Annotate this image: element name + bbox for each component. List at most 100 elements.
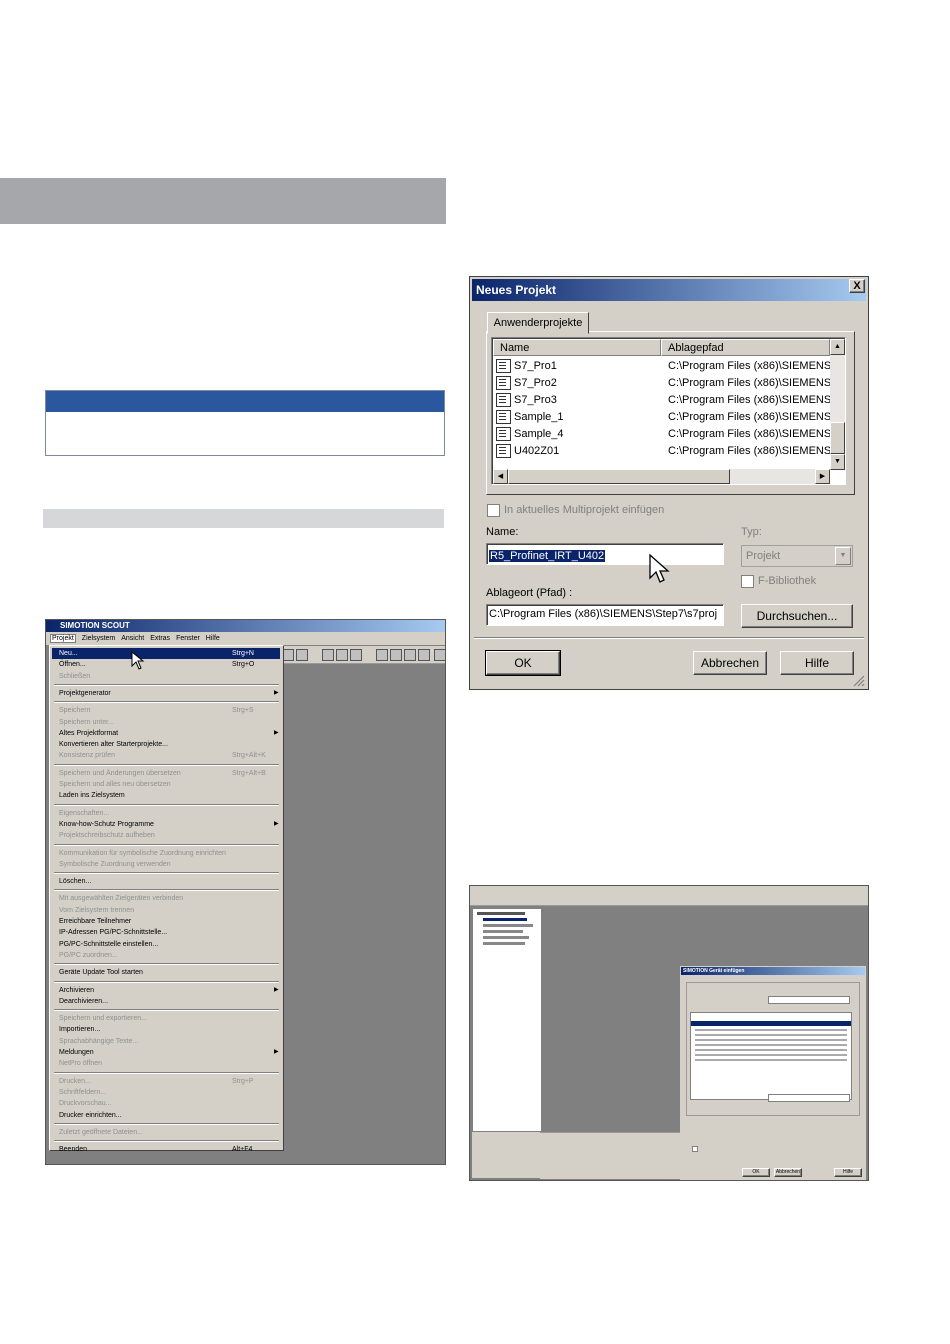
menu-item[interactable]: Neu... [59,648,78,659]
menu-zielsystem[interactable]: Zielsystem [82,635,115,642]
menu-item[interactable]: Kommunikation für symbolische Zuordnung … [59,848,226,859]
menu-item[interactable]: Öffnen... [59,659,86,670]
menu-item[interactable]: Zuletzt geöffnete Dateien... [59,1127,143,1138]
geraet-abbrechen-button[interactable]: Abbrechen [774,1168,802,1177]
scroll-thumb[interactable] [830,422,845,454]
typ-select[interactable]: Projekt ▼ [741,545,853,567]
project-icon [496,444,511,459]
ok-button[interactable]: OK [485,650,561,676]
project-name: S7_Pro3 [514,394,557,406]
toolbar-icon[interactable] [322,649,334,661]
toolbar-icon[interactable] [390,649,402,661]
menu-item[interactable]: Speichern und alles neu übersetzen [59,779,171,790]
project-list: Name Ablagepfad ▲ ▼ S7_Pro1 C:\Program Fi… [491,337,846,485]
column-header-ablagepfad[interactable]: Ablagepfad [661,339,830,356]
horizontal-scroll-thumb[interactable] [508,469,730,484]
name-field[interactable]: R5_Profinet_IRT_U402 [486,543,724,565]
toolbar-icon[interactable] [336,649,348,661]
menu-item[interactable]: Importieren... [59,1024,100,1035]
name-field-value: R5_Profinet_IRT_U402 [489,550,606,562]
menu-item[interactable]: Schriftfeldern... [59,1087,106,1098]
tab-anwenderprojekte[interactable]: Anwenderprojekte [487,312,589,334]
menu-item[interactable]: Projektgenerator [59,688,111,699]
menu-item[interactable]: Dearchivieren... [59,996,108,1007]
toolbar-icon[interactable] [434,649,446,661]
menu-item[interactable]: IP-Adressen PG/PC-Schnittstelle... [59,927,167,938]
list-item[interactable]: S7_Pro1 C:\Program Files (x86)\SIEMENS\ [496,358,830,375]
menu-item[interactable]: Schließen [59,671,90,682]
toolbar-icon[interactable] [404,649,416,661]
menu-fenster[interactable]: Fenster [176,635,200,642]
menu-hilfe[interactable]: Hilfe [206,635,220,642]
geraet-list[interactable] [690,1012,852,1100]
menu-item[interactable]: Symbolische Zuordnung verwenden [59,859,171,870]
geraet-checkbox[interactable] [692,1146,698,1152]
menu-item[interactable]: Mit ausgewählten Zielgeräten verbinden [59,893,183,904]
column-header-name[interactable]: Name [493,339,661,356]
menu-item[interactable]: PG/PC zuordnen... [59,950,118,961]
multiprojekt-checkbox[interactable] [487,504,500,517]
geraet-dialog-title: SIMOTION Gerät einfügen [683,968,745,974]
menu-item[interactable]: PG/PC-Schnittstelle einstellen... [59,939,158,950]
menu-item[interactable]: Sprachabhängige Texte... [59,1036,138,1047]
menu-extras[interactable]: Extras [150,635,170,642]
toolbar-icon[interactable] [376,649,388,661]
menu-separator [54,980,279,983]
menu-item[interactable]: Geräte Update Tool starten [59,967,143,978]
menu-item[interactable]: Erreichbare Teilnehmer [59,916,131,927]
abbrechen-button[interactable]: Abbrechen [693,651,767,675]
scroll-up-button[interactable]: ▲ [830,339,845,355]
scroll-left-button[interactable]: ◀ [493,469,508,484]
menu-item[interactable]: Vom Zielsystem trennen [59,905,134,916]
menu-item[interactable]: Eigenschaften... [59,808,109,819]
list-item[interactable]: S7_Pro2 C:\Program Files (x86)\SIEMENS\ [496,375,830,392]
toolbar-icon[interactable] [296,649,308,661]
scroll-down-button[interactable]: ▼ [830,454,845,470]
menu-item[interactable]: Drucker einrichten... [59,1110,122,1121]
close-button[interactable]: X [849,279,865,293]
geraet-dialog-titlebar: SIMOTION Gerät einfügen [681,967,865,975]
version-select[interactable] [768,1094,850,1102]
menu-item[interactable]: Konvertieren alter Starterprojekte... [59,739,168,750]
resize-grip-icon[interactable] [851,673,865,687]
menu-item[interactable]: Konsistenz prüfen [59,750,115,761]
menu-projekt[interactable]: Projekt [50,634,76,643]
name-label: Name: [486,526,519,538]
list-item[interactable]: Sample_4 C:\Program Files (x86)\SIEMENS\ [496,426,830,443]
geraet-ok-button[interactable]: OK [742,1168,770,1177]
menu-item[interactable]: Speichern und exportieren... [59,1013,147,1024]
toolbar-icon[interactable] [350,649,362,661]
typ-select-value: Projekt [746,550,781,562]
menu-item[interactable]: Löschen... [59,876,91,887]
menu-item[interactable]: Speichern unter... [59,717,114,728]
menu-item[interactable]: NetPro öffnen [59,1058,102,1069]
menu-ansicht[interactable]: Ansicht [121,635,144,642]
fbib-checkbox[interactable] [741,575,754,588]
list-item[interactable]: Sample_1 C:\Program Files (x86)\SIEMENS\ [496,409,830,426]
menu-item[interactable]: Laden ins Zielsystem [59,790,125,801]
project-path: C:\Program Files (x86)\SIEMENS\ [668,360,830,372]
menu-item[interactable]: Speichern [59,705,91,716]
menu-item[interactable]: Druckvorschau... [59,1098,112,1109]
menu-item[interactable]: Speichern und Änderungen übersetzen [59,768,181,779]
scroll-right-button[interactable]: ▶ [815,469,830,484]
menu-item[interactable]: Altes Projektformat [59,728,118,739]
geraet-select[interactable] [768,996,850,1004]
project-tree[interactable] [472,908,542,1132]
durchsuchen-button[interactable]: Durchsuchen... [741,604,853,628]
chevron-down-icon[interactable]: ▼ [835,547,851,565]
menu-item[interactable]: Beenden [59,1144,87,1155]
project-name: Sample_1 [514,411,564,423]
submenu-arrow-icon: ▶ [274,986,279,993]
list-item[interactable]: U402Z01 C:\Program Files (x86)\SIEMENS\ [496,443,830,460]
menu-item[interactable]: Meldungen [59,1047,94,1058]
list-item[interactable]: S7_Pro3 C:\Program Files (x86)\SIEMENS\ [496,392,830,409]
toolbar-icon[interactable] [418,649,430,661]
menu-item[interactable]: Know-how-Schutz Programme [59,819,154,830]
menu-item[interactable]: Archivieren [59,985,94,996]
ablageort-field[interactable]: C:\Program Files (x86)\SIEMENS\Step7\s7p… [486,604,724,626]
geraet-hilfe-button[interactable]: Hilfe [834,1168,862,1177]
menu-item[interactable]: Projektschreibschutz aufheben [59,830,155,841]
menu-item[interactable]: Drucken... [59,1076,91,1087]
hilfe-button[interactable]: Hilfe [780,651,854,675]
